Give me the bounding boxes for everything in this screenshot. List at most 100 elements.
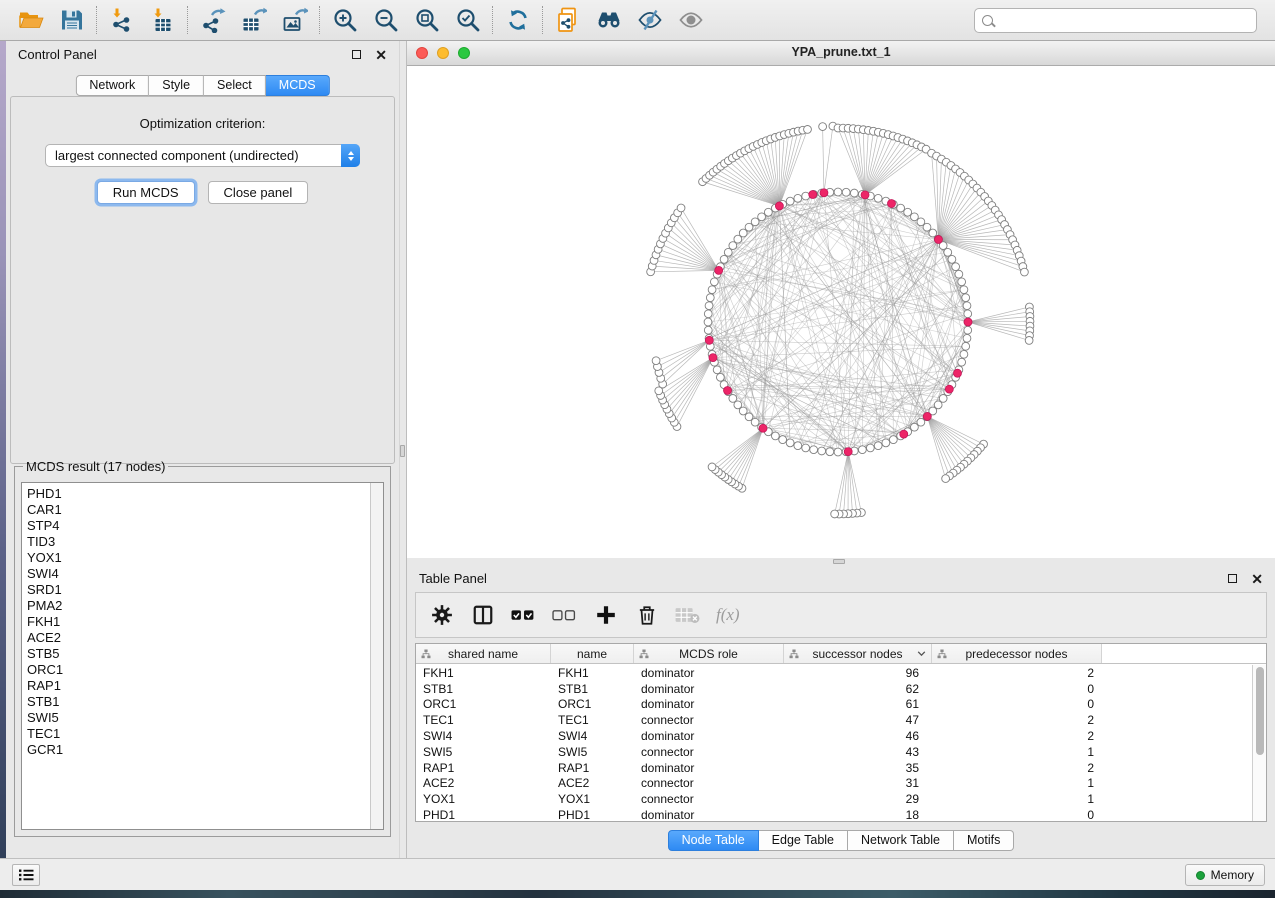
mcds-result-item[interactable]: ORC1 — [27, 662, 370, 678]
tab-select[interactable]: Select — [204, 75, 266, 96]
scrollbar-thumb[interactable] — [1256, 667, 1264, 755]
tab-network-table[interactable]: Network Table — [848, 830, 954, 851]
mcds-list-scrollbar[interactable] — [370, 483, 383, 829]
tab-network[interactable]: Network — [75, 75, 149, 96]
column-header-name[interactable]: name — [551, 644, 634, 663]
table-row[interactable]: SWI5SWI5connector431 — [416, 744, 1252, 760]
function-builder-icon[interactable]: f(x) — [716, 605, 740, 625]
tab-style[interactable]: Style — [149, 75, 204, 96]
table-cell: ACE2 — [416, 776, 551, 790]
show-graphics-icon[interactable] — [677, 7, 704, 34]
close-panel-button[interactable]: Close panel — [208, 181, 309, 204]
mcds-result-item[interactable]: YOX1 — [27, 550, 370, 566]
table-cell: SWI4 — [416, 729, 551, 743]
table-scrollbar[interactable] — [1252, 665, 1266, 821]
zoom-in-icon[interactable] — [331, 7, 358, 34]
save-session-icon[interactable] — [58, 7, 85, 34]
mcds-result-item[interactable]: STB5 — [27, 646, 370, 662]
table-row[interactable]: STB1STB1dominator620 — [416, 681, 1252, 697]
mcds-result-item[interactable]: STB1 — [27, 694, 370, 710]
column-header-predecessor-nodes[interactable]: predecessor nodes — [932, 644, 1102, 663]
mcds-result-item[interactable]: PMA2 — [27, 598, 370, 614]
column-layout-icon[interactable] — [470, 603, 495, 628]
close-panel-icon[interactable]: ✕ — [375, 50, 387, 60]
settings-gear-icon[interactable] — [429, 603, 454, 628]
float-panel-icon[interactable] — [1228, 574, 1237, 583]
table-row[interactable]: PHD1PHD1dominator180 — [416, 807, 1252, 821]
task-history-button[interactable] — [12, 864, 40, 886]
import-network-icon[interactable] — [108, 7, 135, 34]
mcds-result-item[interactable]: TEC1 — [27, 726, 370, 742]
mcds-result-item[interactable]: SRD1 — [27, 582, 370, 598]
table-cell: STB1 — [416, 682, 551, 696]
network-canvas[interactable] — [407, 66, 1275, 558]
splitter-handle[interactable] — [833, 559, 845, 564]
mcds-result-item[interactable]: STP4 — [27, 518, 370, 534]
memory-button[interactable]: Memory — [1185, 864, 1265, 886]
mcds-result-item[interactable]: ACE2 — [27, 630, 370, 646]
run-mcds-button[interactable]: Run MCDS — [97, 181, 195, 204]
column-header-shared-name[interactable]: shared name — [416, 644, 551, 663]
search-input[interactable] — [999, 13, 1249, 27]
zoom-selected-icon[interactable] — [454, 7, 481, 34]
table-row[interactable]: YOX1YOX1connector291 — [416, 791, 1252, 807]
float-panel-icon[interactable] — [352, 50, 361, 59]
horizontal-splitter[interactable] — [407, 558, 1275, 565]
table-cell: connector — [634, 713, 784, 727]
open-session-icon[interactable] — [17, 7, 44, 34]
close-panel-icon[interactable]: ✕ — [1251, 574, 1263, 584]
column-header-MCDS-role[interactable]: MCDS role — [634, 644, 784, 663]
export-table-icon[interactable] — [240, 7, 267, 34]
tab-motifs[interactable]: Motifs — [954, 830, 1014, 851]
mcds-result-item[interactable]: RAP1 — [27, 678, 370, 694]
export-image-icon[interactable] — [281, 7, 308, 34]
network-window-titlebar[interactable]: YPA_prune.txt_1 — [407, 41, 1275, 66]
table-cell: STB1 — [551, 682, 634, 696]
hide-graphics-icon[interactable] — [636, 7, 663, 34]
find-icon[interactable] — [595, 7, 622, 34]
table-body: FKH1FKH1dominator962STB1STB1dominator620… — [416, 665, 1252, 821]
mcds-result-item[interactable]: SWI4 — [27, 566, 370, 582]
mcds-result-item[interactable]: PHD1 — [27, 486, 370, 502]
mcds-result-list[interactable]: PHD1CAR1STP4TID3YOX1SWI4SRD1PMA2FKH1ACE2… — [21, 482, 384, 830]
tab-edge-table[interactable]: Edge Table — [759, 830, 848, 851]
optimization-criterion-label: Optimization criterion: — [140, 116, 266, 131]
import-table-icon[interactable] — [149, 7, 176, 34]
vertical-splitter[interactable] — [399, 41, 407, 858]
table-row[interactable]: TEC1TEC1connector472 — [416, 712, 1252, 728]
table-row[interactable]: FKH1FKH1dominator962 — [416, 665, 1252, 681]
mcds-result-item[interactable]: SWI5 — [27, 710, 370, 726]
export-network-icon[interactable] — [199, 7, 226, 34]
splitter-handle[interactable] — [400, 445, 405, 457]
table-cell: 61 — [784, 697, 932, 711]
column-header-successor-nodes[interactable]: successor nodes — [784, 644, 932, 663]
mcds-result-title: MCDS result (17 nodes) — [23, 459, 168, 474]
mcds-result-item[interactable]: TID3 — [27, 534, 370, 550]
table-cell: 0 — [932, 808, 1102, 821]
delete-table-icon[interactable] — [675, 603, 700, 628]
table-cell: 2 — [932, 729, 1102, 743]
apply-layout-icon[interactable] — [504, 7, 531, 34]
delete-column-icon[interactable] — [634, 603, 659, 628]
network-view-window: YPA_prune.txt_1 — [407, 41, 1275, 558]
mcds-result-item[interactable]: GCR1 — [27, 742, 370, 758]
zoom-fit-icon[interactable] — [413, 7, 440, 34]
table-cell: 2 — [932, 761, 1102, 775]
mcds-result-item[interactable]: FKH1 — [27, 614, 370, 630]
zoom-out-icon[interactable] — [372, 7, 399, 34]
search-box[interactable] — [974, 8, 1257, 33]
mcds-result-item[interactable]: CAR1 — [27, 502, 370, 518]
table-cell: 18 — [784, 808, 932, 821]
new-network-from-selection-icon[interactable] — [554, 7, 581, 34]
table-row[interactable]: ORC1ORC1dominator610 — [416, 697, 1252, 713]
add-column-icon[interactable] — [593, 603, 618, 628]
table-row[interactable]: SWI4SWI4dominator462 — [416, 728, 1252, 744]
optimization-criterion-select[interactable]: largest connected component (undirected) — [45, 144, 360, 167]
table-row[interactable]: ACE2ACE2connector311 — [416, 776, 1252, 792]
select-all-columns-icon[interactable] — [511, 603, 536, 628]
tab-mcds[interactable]: MCDS — [266, 75, 330, 96]
deselect-all-columns-icon[interactable] — [552, 603, 577, 628]
tab-node-table[interactable]: Node Table — [668, 830, 759, 851]
column-label: predecessor nodes — [965, 647, 1067, 661]
table-row[interactable]: RAP1RAP1dominator352 — [416, 760, 1252, 776]
